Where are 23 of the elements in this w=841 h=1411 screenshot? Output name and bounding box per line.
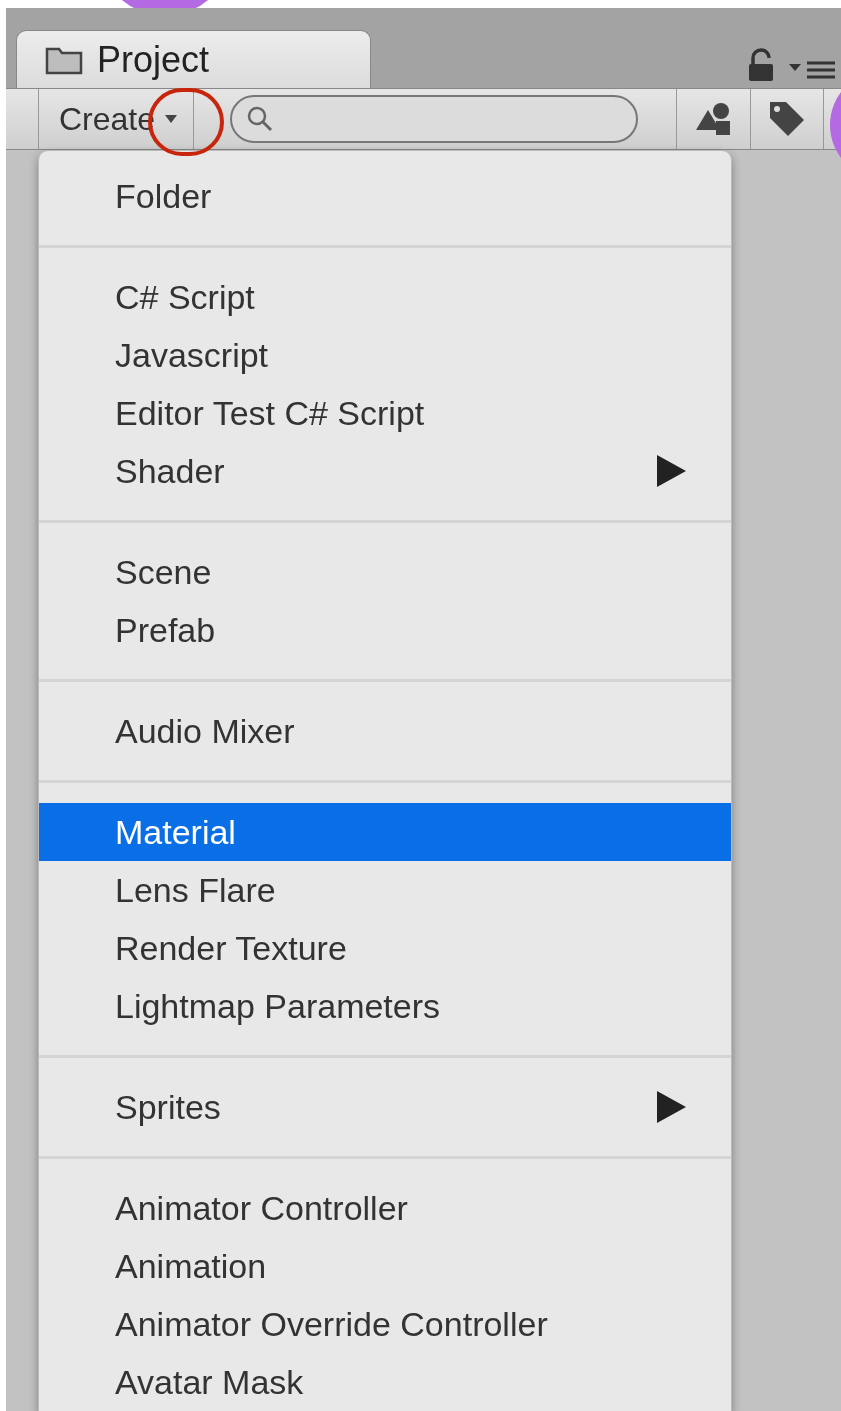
menu-item[interactable]: Javascript bbox=[39, 326, 731, 384]
menu-item[interactable]: Audio Mixer bbox=[39, 702, 731, 760]
menu-item[interactable]: Scene bbox=[39, 543, 731, 601]
search-field[interactable] bbox=[230, 95, 639, 143]
menu-item[interactable]: Sprites bbox=[39, 1078, 731, 1136]
submenu-arrow-icon bbox=[655, 1090, 687, 1124]
menu-item[interactable]: Lens Flare bbox=[39, 861, 731, 919]
submenu-arrow-icon bbox=[655, 454, 687, 488]
menu-item[interactable]: Animator Controller bbox=[39, 1179, 731, 1237]
menu-item[interactable]: Avatar Mask bbox=[39, 1353, 731, 1411]
menu-item[interactable]: C# Script bbox=[39, 268, 731, 326]
menu-item[interactable]: Editor Test C# Script bbox=[39, 384, 731, 442]
menu-item[interactable]: Material bbox=[39, 803, 731, 861]
lock-icon[interactable] bbox=[747, 48, 775, 82]
menu-item[interactable]: Animator Override Controller bbox=[39, 1295, 731, 1353]
search-icon bbox=[246, 105, 275, 133]
menu-item[interactable]: Folder bbox=[39, 167, 731, 225]
menu-item[interactable]: Render Texture bbox=[39, 919, 731, 977]
menu-item[interactable]: Animation bbox=[39, 1237, 731, 1295]
menu-item[interactable]: Lightmap Parameters bbox=[39, 977, 731, 1035]
menu-item[interactable]: Prefab bbox=[39, 601, 731, 659]
project-tab[interactable]: Project bbox=[16, 30, 371, 88]
menu-item[interactable]: Shader bbox=[39, 442, 731, 500]
